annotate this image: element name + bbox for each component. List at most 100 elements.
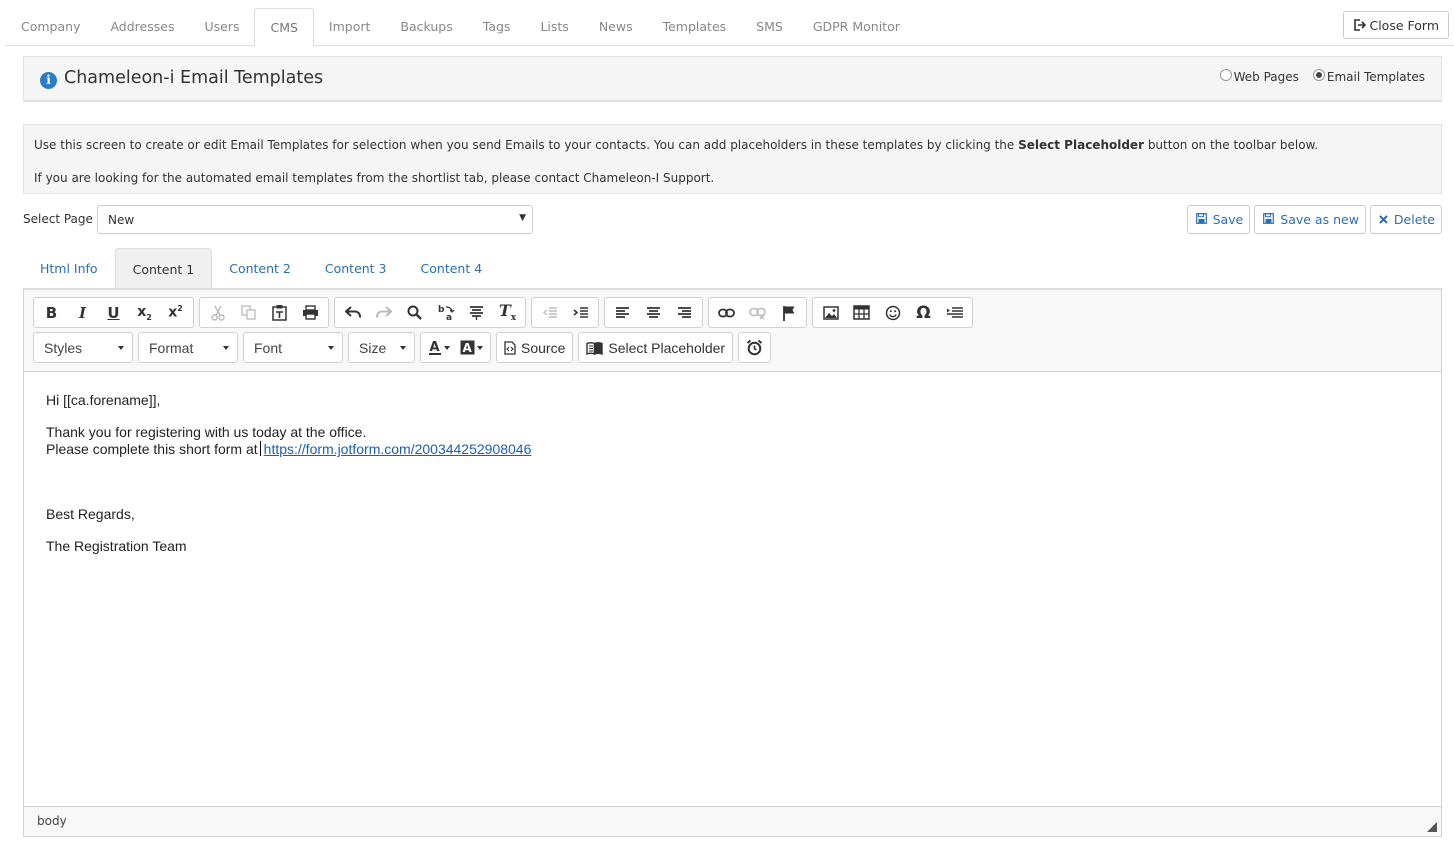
special-char-button[interactable]: Ω — [908, 298, 939, 327]
radio-email-templates-control[interactable] — [1312, 69, 1325, 81]
close-form-button[interactable]: Close Form — [1343, 11, 1449, 39]
indent-button[interactable] — [565, 298, 596, 327]
bold-button[interactable]: B — [36, 298, 67, 327]
source-button[interactable]: Source — [496, 332, 574, 363]
tab-users[interactable]: Users — [189, 8, 254, 46]
caret-down-icon — [328, 345, 334, 350]
superscript-button[interactable]: x2 — [160, 298, 191, 327]
tab-content-1[interactable]: Content 1 — [114, 248, 213, 289]
indent-icon — [572, 306, 588, 318]
font-dropdown[interactable]: Font — [243, 332, 343, 363]
source-code-icon — [504, 340, 516, 355]
info-line-2: If you are looking for the automated ema… — [34, 171, 715, 185]
copy-button[interactable] — [233, 298, 264, 327]
underline-button[interactable]: U — [98, 298, 129, 327]
save-label: Save — [1212, 212, 1244, 227]
element-path-body[interactable]: body — [37, 814, 67, 828]
tab-backups[interactable]: Backups — [385, 8, 467, 46]
tab-company[interactable]: Company — [6, 8, 95, 46]
svg-text:A: A — [463, 341, 473, 355]
radio-web-pages[interactable]: Web Pages — [1219, 69, 1299, 84]
delete-button[interactable]: Delete — [1369, 205, 1442, 234]
tab-content-4[interactable]: Content 4 — [404, 248, 500, 289]
subscript-button[interactable]: x2 — [129, 298, 160, 327]
background-color-button[interactable]: A — [455, 333, 488, 362]
caret-down-icon — [223, 345, 229, 350]
align-right-button[interactable] — [669, 298, 700, 327]
extra-group — [738, 332, 772, 363]
floppy-disk-icon — [1263, 212, 1275, 227]
content-tabs: Html Info Content 1 Content 2 Content 3 … — [23, 248, 499, 289]
align-center-icon — [647, 307, 660, 318]
find-button[interactable] — [399, 298, 430, 327]
redo-button[interactable] — [368, 298, 399, 327]
underline-icon: U — [107, 303, 120, 322]
radio-email-templates-label: Email Templates — [1326, 70, 1425, 84]
tab-addresses[interactable]: Addresses — [95, 8, 189, 46]
text-color-button[interactable]: A — [423, 333, 455, 362]
alarm-clock-button[interactable] — [739, 333, 770, 362]
basic-styles-group: B I U x2 x2 — [33, 297, 194, 328]
select-placeholder-label: Select Placeholder — [608, 339, 726, 356]
action-buttons: Save Save as new Delete — [1186, 205, 1442, 234]
select-all-button[interactable] — [461, 298, 492, 327]
smiley-button[interactable] — [877, 298, 908, 327]
unlink-button[interactable] — [742, 298, 773, 327]
remove-format-icon: Tx — [498, 301, 517, 324]
tab-html-info[interactable]: Html Info — [23, 248, 115, 289]
format-dropdown[interactable]: Format — [138, 332, 238, 363]
superscript-icon: x2 — [168, 304, 183, 321]
remove-format-button[interactable]: Tx — [492, 298, 523, 327]
top-tabs: Company Addresses Users CMS Import Backu… — [6, 8, 915, 47]
editor-content-area[interactable]: Hi [[ca.forename]], Thank you for regist… — [24, 372, 1441, 809]
styles-dropdown[interactable]: Styles — [33, 332, 133, 363]
anchor-button[interactable] — [773, 298, 804, 327]
caret-down-icon — [118, 345, 124, 350]
align-center-button[interactable] — [638, 298, 669, 327]
select-placeholder-button[interactable]: Select Placeholder — [578, 332, 734, 363]
jotform-link[interactable]: https://form.jotform.com/200344252908046 — [264, 441, 532, 457]
tab-content-3[interactable]: Content 3 — [308, 248, 404, 289]
tab-lists[interactable]: Lists — [525, 8, 583, 46]
table-button[interactable] — [846, 298, 877, 327]
top-tab-bar: Company Addresses Users CMS Import Backu… — [6, 0, 1454, 47]
tab-sms[interactable]: SMS — [741, 8, 798, 46]
image-button[interactable] — [815, 298, 846, 327]
search-icon — [407, 305, 422, 320]
caret-down-icon — [400, 345, 406, 350]
tab-content-2[interactable]: Content 2 — [212, 248, 308, 289]
outdent-button[interactable] — [534, 298, 565, 327]
info-line-1: Use this screen to create or edit Email … — [34, 138, 1319, 152]
tab-templates[interactable]: Templates — [648, 8, 742, 46]
print-button[interactable] — [295, 298, 326, 327]
tab-gdpr-monitor[interactable]: GDPR Monitor — [798, 8, 915, 46]
tab-news[interactable]: News — [584, 8, 648, 46]
select-all-icon — [470, 305, 483, 320]
tab-cms[interactable]: CMS — [254, 8, 314, 47]
cut-button[interactable] — [202, 298, 233, 327]
save-as-new-label: Save as new — [1280, 212, 1359, 227]
find-replace-icon: ba — [438, 305, 454, 321]
tab-import[interactable]: Import — [314, 8, 386, 46]
tab-tags[interactable]: Tags — [468, 8, 526, 46]
replace-button[interactable]: ba — [430, 298, 461, 327]
radio-email-templates[interactable]: Email Templates — [1312, 69, 1425, 84]
radio-web-pages-control[interactable] — [1219, 69, 1232, 81]
floppy-disk-icon — [1195, 212, 1207, 227]
undo-button[interactable] — [337, 298, 368, 327]
paste-text-button[interactable] — [264, 298, 295, 327]
italic-button[interactable]: I — [67, 298, 98, 327]
form-line-prefix: Please complete this short form at — [46, 441, 258, 457]
background-color-icon: A — [460, 340, 475, 355]
save-as-new-button[interactable]: Save as new — [1254, 205, 1366, 234]
page-break-button[interactable] — [939, 298, 970, 327]
save-button[interactable]: Save — [1186, 205, 1251, 234]
align-left-button[interactable] — [607, 298, 638, 327]
size-dropdown[interactable]: Size — [348, 332, 415, 363]
redo-icon — [375, 306, 392, 318]
link-button[interactable] — [711, 298, 742, 327]
resize-handle-icon[interactable] — [1427, 822, 1437, 832]
select-page-dropdown[interactable]: New ▼ — [97, 205, 533, 234]
